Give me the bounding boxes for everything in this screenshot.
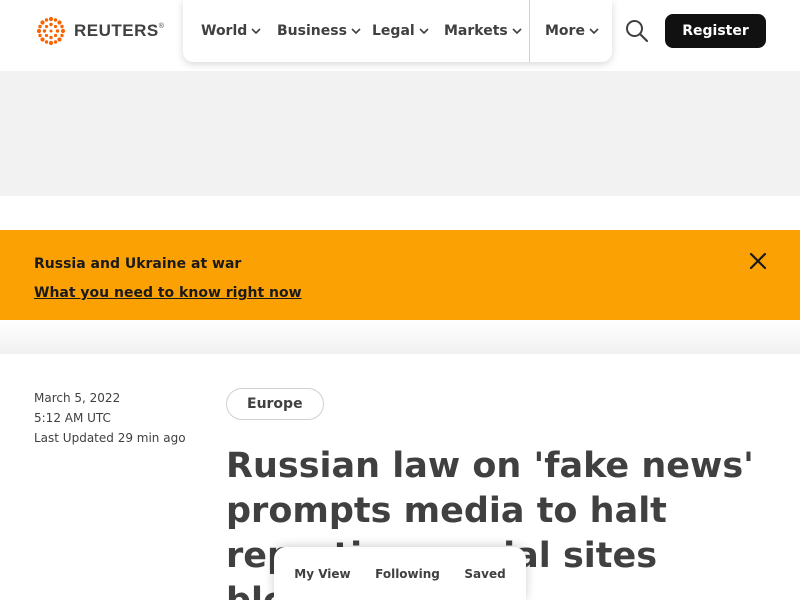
chevron-down-icon <box>351 28 361 34</box>
section-divider <box>0 320 800 354</box>
banner-title: Russia and Ukraine at war <box>34 256 242 272</box>
nav-item-more[interactable]: More <box>545 0 599 62</box>
nav-item-label: Markets <box>444 23 508 39</box>
bottom-nav-bar: My View Following Saved <box>274 547 526 600</box>
main-nav: World Business Legal Markets More <box>183 0 612 62</box>
reuters-logo-icon <box>36 16 66 46</box>
chevron-down-icon <box>512 28 522 34</box>
register-button[interactable]: Register <box>665 14 766 48</box>
nav-item-legal[interactable]: Legal <box>372 0 429 62</box>
article-time: 5:12 AM UTC <box>34 411 111 425</box>
article-last-updated: Last Updated 29 min ago <box>34 431 186 445</box>
breaking-news-banner: Russia and Ukraine at war What you need … <box>0 230 800 320</box>
chevron-down-icon <box>589 28 599 34</box>
nav-item-world[interactable]: World <box>201 0 261 62</box>
following-button[interactable]: Following <box>375 567 440 581</box>
nav-item-label: World <box>201 23 248 39</box>
reuters-logo[interactable]: REUTERS® <box>34 15 164 47</box>
ad-placeholder <box>0 71 800 196</box>
nav-item-label: Business <box>277 23 347 39</box>
section-tag-europe[interactable]: Europe <box>226 388 324 420</box>
article-meta: March 5, 2022 5:12 AM UTC Last Updated 2… <box>34 388 186 448</box>
nav-item-label: More <box>545 23 585 39</box>
banner-link[interactable]: What you need to know right now <box>34 285 302 301</box>
nav-item-business[interactable]: Business <box>277 0 361 62</box>
logo-wordmark: REUTERS® <box>74 21 165 40</box>
search-button[interactable] <box>624 18 650 44</box>
nav-item-markets[interactable]: Markets <box>444 0 522 62</box>
saved-button[interactable]: Saved <box>464 567 505 581</box>
my-view-button[interactable]: My View <box>294 567 350 581</box>
article-date: March 5, 2022 <box>34 391 121 405</box>
nav-divider <box>529 0 530 62</box>
search-icon <box>626 20 649 43</box>
chevron-down-icon <box>419 28 429 34</box>
chevron-down-icon <box>251 28 261 34</box>
banner-close-button[interactable] <box>748 251 768 271</box>
close-icon <box>749 252 767 270</box>
nav-item-label: Legal <box>372 23 415 39</box>
site-header: REUTERS® World Business Legal Markets Mo… <box>0 0 800 62</box>
